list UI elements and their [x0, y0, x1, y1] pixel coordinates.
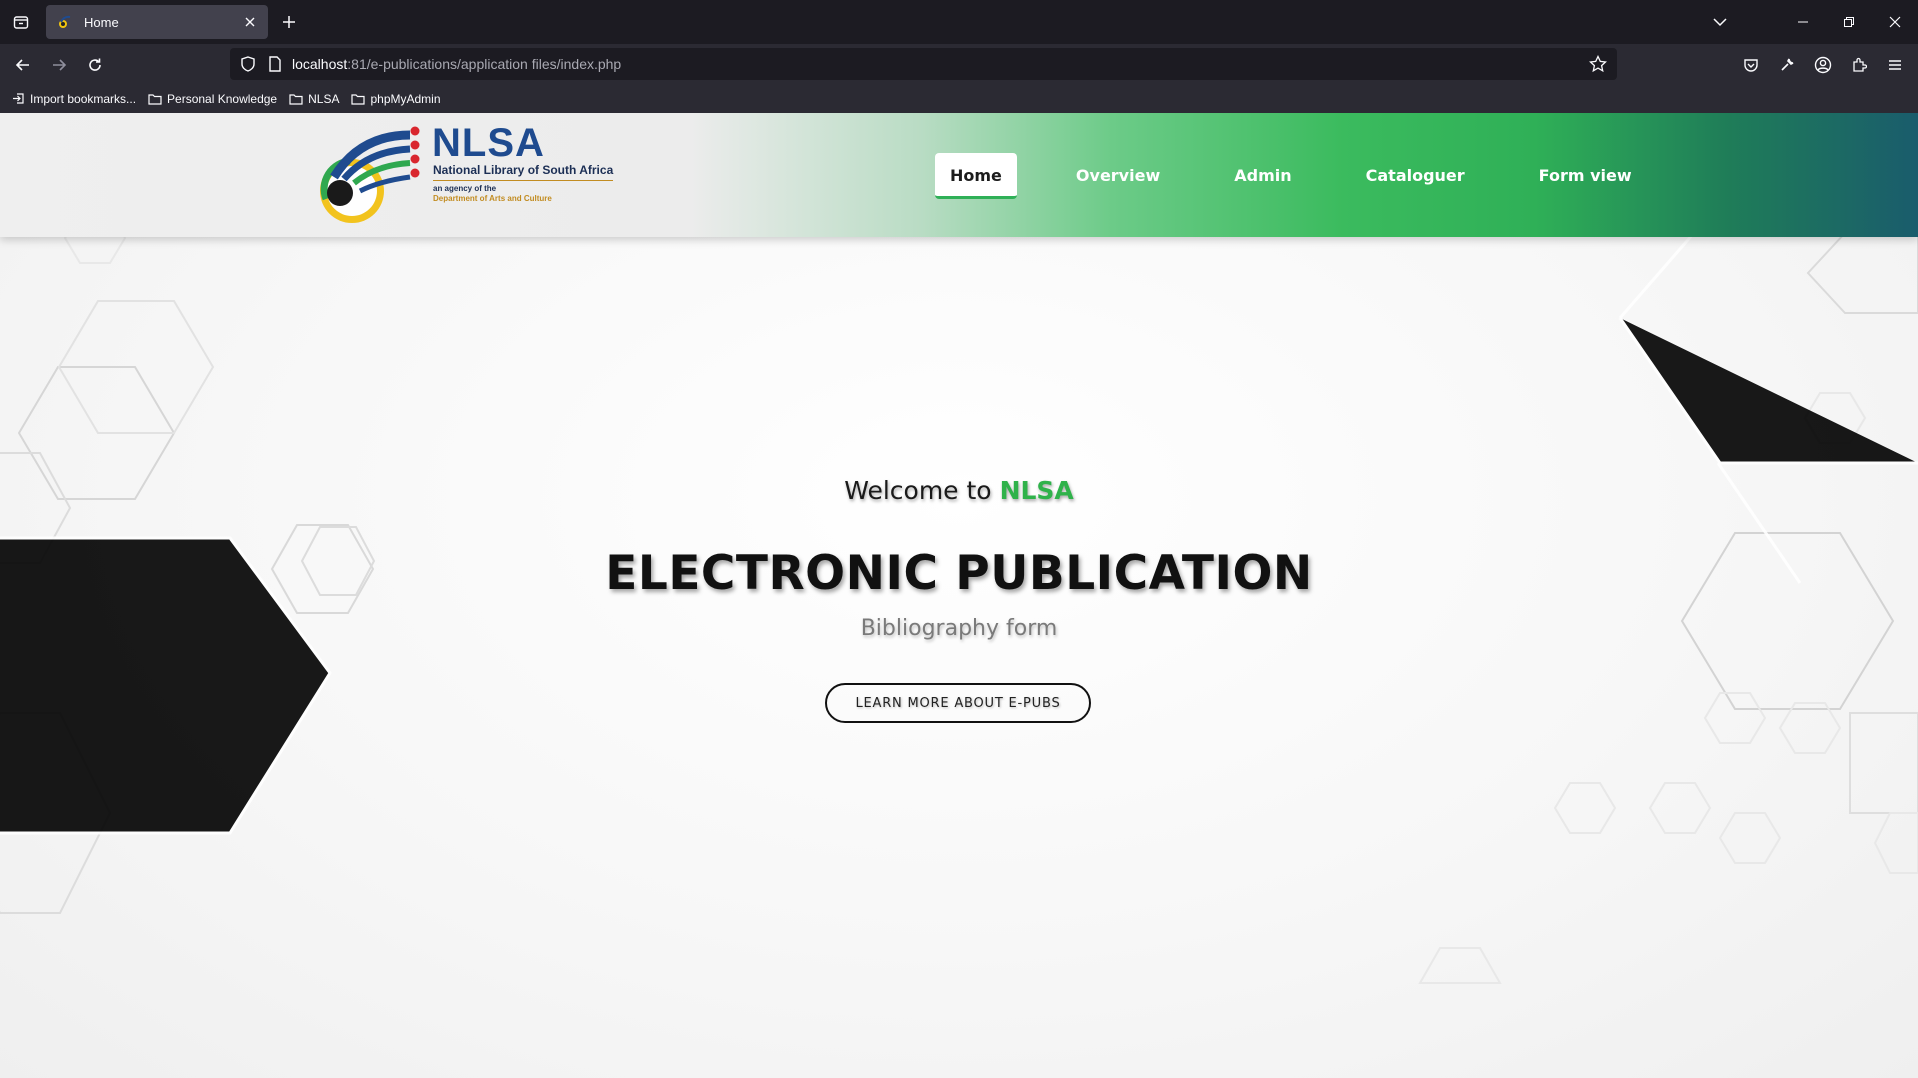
pocket-icon[interactable]: [1738, 52, 1764, 78]
account-icon[interactable]: [1810, 52, 1836, 78]
bookmark-label: Import bookmarks...: [30, 91, 137, 106]
logo-full-name: National Library of South Africa: [433, 163, 614, 177]
nav-link-home[interactable]: Home: [935, 153, 1017, 199]
list-all-tabs-icon[interactable]: [10, 11, 32, 33]
bookmark-label: NLSA: [308, 91, 340, 106]
bookmark-label: Personal Knowledge: [167, 91, 278, 106]
bookmark-label: phpMyAdmin: [370, 91, 441, 106]
learn-more-button[interactable]: LEARN MORE ABOUT E-PUBS: [825, 683, 1091, 723]
new-tab-icon[interactable]: [278, 11, 300, 33]
url-path: :81/e-publications/application files/ind…: [347, 56, 622, 72]
nav-link-form-view[interactable]: Form view: [1524, 153, 1647, 199]
close-window-icon[interactable]: [1872, 0, 1918, 44]
bookmark-folder-phpmyadmin[interactable]: phpMyAdmin: [351, 91, 441, 106]
folder-icon: [289, 93, 303, 105]
url-text[interactable]: localhost:81/e-publications/application …: [292, 56, 621, 72]
window-controls: [1780, 0, 1918, 44]
forward-arrow-icon[interactable]: [46, 52, 72, 78]
logo-department-text: Department of Arts and Culture: [433, 194, 552, 203]
page-info-icon[interactable]: [268, 56, 282, 72]
close-tab-icon[interactable]: [238, 10, 262, 34]
import-icon: [13, 93, 24, 104]
nav-link-overview[interactable]: Overview: [1061, 153, 1175, 199]
reload-icon[interactable]: [82, 52, 108, 78]
url-bar[interactable]: localhost:81/e-publications/application …: [230, 48, 1617, 80]
browser-toolbar: localhost:81/e-publications/application …: [0, 44, 1918, 84]
extensions-icon[interactable]: [1846, 52, 1872, 78]
bookmark-import[interactable]: Import bookmarks...: [12, 92, 136, 106]
folder-icon: [148, 93, 162, 105]
folder-icon: [351, 93, 366, 105]
wrench-icon[interactable]: [1774, 52, 1800, 78]
back-arrow-icon[interactable]: [10, 52, 36, 78]
restore-icon[interactable]: [1826, 0, 1872, 44]
site-favicon-icon: [59, 15, 71, 28]
nlsa-logo[interactable]: NLSA National Library of South Africa an…: [310, 121, 616, 231]
minimize-icon[interactable]: [1780, 0, 1826, 44]
bookmark-star-icon[interactable]: [1589, 55, 1607, 73]
hero-subtitle: Bibliography form: [860, 616, 1058, 641]
bookmarks-toolbar: Import bookmarks... Personal Knowledge N…: [0, 84, 1918, 114]
shield-icon[interactable]: [240, 56, 256, 72]
browser-tab-home[interactable]: Home: [46, 5, 268, 39]
nav-link-admin[interactable]: Admin: [1219, 153, 1306, 199]
logo-wordmark: NLSA: [432, 121, 545, 165]
nlsa-emblem-icon: [320, 126, 420, 223]
logo-divider: [433, 180, 613, 181]
chevron-down-icon[interactable]: [1708, 11, 1732, 33]
welcome-brand: NLSA: [999, 476, 1074, 505]
welcome-prefix: Welcome to: [844, 476, 1000, 505]
browser-tab-bar: Home: [0, 0, 1918, 44]
logo-agency-text: an agency of the: [433, 184, 497, 193]
welcome-heading: Welcome to NLSA: [0, 476, 1918, 505]
web-page: NLSA National Library of South Africa an…: [0, 113, 1918, 1078]
bookmark-folder-personal-knowledge[interactable]: Personal Knowledge: [148, 92, 277, 106]
bookmark-folder-nlsa[interactable]: NLSA: [289, 92, 339, 106]
url-host: localhost: [292, 56, 348, 72]
nav-link-cataloguer[interactable]: Cataloguer: [1351, 153, 1480, 199]
hero-section: Welcome to NLSA ELECTRONIC PUBLICATION B…: [0, 113, 1918, 1078]
main-navigation: Home Overview Admin Cataloguer Form view: [935, 153, 1691, 199]
menu-hamburger-icon[interactable]: [1882, 52, 1908, 78]
site-header: NLSA National Library of South Africa an…: [0, 113, 1918, 237]
tab-title: Home: [84, 14, 119, 30]
hero-title: ELECTRONIC PUBLICATION: [605, 546, 1313, 601]
